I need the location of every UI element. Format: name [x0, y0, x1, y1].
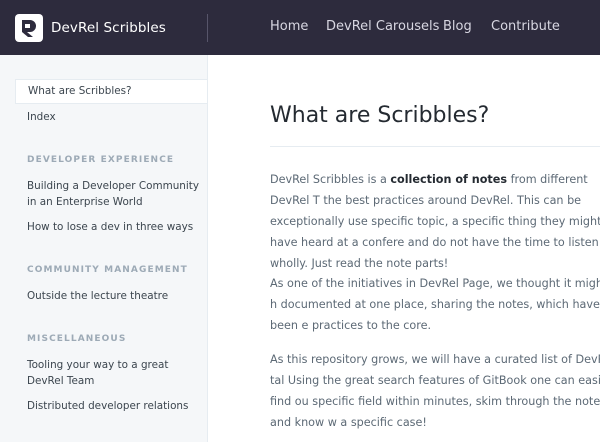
sidebar-heading-community-management: COMMUNITY MANAGEMENT [27, 265, 188, 275]
intro-bold-text: collection of notes [390, 173, 508, 186]
intro-text-end: from different DevRel T the best practic… [270, 173, 600, 270]
sidebar: What are Scribbles? Index DEVELOPER EXPE… [0, 55, 208, 442]
title-divider [270, 146, 600, 147]
initiative-paragraph: As one of the initiatives in DevRel Page… [270, 277, 600, 332]
sidebar-item-distributed-devrel[interactable]: Distributed developer relations [15, 398, 207, 414]
page-title: What are Scribbles? [270, 102, 490, 128]
nav-devrel-carousels-link[interactable]: DevRel Carousels [326, 19, 439, 34]
brand-name: DevRel Scribbles [51, 20, 166, 36]
sidebar-item-lose-a-dev[interactable]: How to lose a dev in three ways [15, 219, 207, 235]
sidebar-item-building-community[interactable]: Building a Developer Community in an Ent… [15, 178, 207, 210]
brand-link[interactable]: DevRel Scribbles [15, 12, 166, 44]
nav-home-link[interactable]: Home [270, 19, 308, 34]
intro-paragraph: DevRel Scribbles is a collection of note… [270, 169, 600, 274]
intro-text-start: DevRel Scribbles is a [270, 173, 391, 186]
nav-contribute-link[interactable]: Contribute [491, 19, 560, 34]
sidebar-item-index[interactable]: Index [15, 109, 207, 125]
main-content: What are Scribbles? DevRel Scribbles is … [208, 55, 600, 442]
header-divider [207, 14, 208, 42]
sidebar-heading-miscellaneous: MISCELLANEOUS [27, 334, 127, 344]
devrel-logo-icon [15, 14, 43, 42]
sidebar-item-outside-lecture-theatre[interactable]: Outside the lecture theatre [15, 288, 207, 304]
sidebar-item-tooling-devrel-team[interactable]: Tooling your way to a great DevRel Team [15, 357, 207, 389]
sidebar-item-what-are-scribbles[interactable]: What are Scribbles? [15, 79, 207, 104]
repository-paragraph: As this repository grows, we will have a… [270, 353, 600, 429]
top-navigation-bar: DevRel Scribbles Home DevRel Carousels B… [0, 0, 600, 55]
nav-blog-link[interactable]: Blog [443, 19, 472, 34]
sidebar-heading-developer-experience: DEVELOPER EXPERIENCE [27, 155, 175, 165]
